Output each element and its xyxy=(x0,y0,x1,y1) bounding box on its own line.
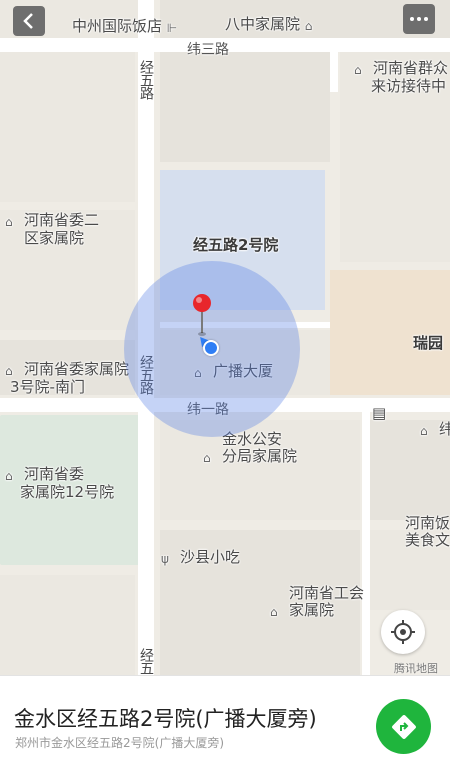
poi-henan-committee-12[interactable]: ⌂ 河南省委 xyxy=(5,465,84,483)
location-pin-icon xyxy=(193,294,211,336)
poi-henan-food-line2: 美食文 xyxy=(405,531,450,549)
poi-henan-committee-2-line2: 区家属院 xyxy=(24,229,85,247)
road-label-weisan: 纬三路 xyxy=(187,42,229,58)
poi-henan-committee-3-line2: 3号院-南门 xyxy=(10,378,85,396)
building-icon: ⌂ xyxy=(5,469,13,483)
poi-wei-right[interactable]: ⌂ 纬 xyxy=(420,420,450,438)
address-subtitle: 郑州市金水区经五路2号院(广播大厦旁) xyxy=(15,736,224,750)
road-label-jingwu-bottom: 经五 xyxy=(138,648,154,674)
building-icon: ⌂ xyxy=(203,451,211,465)
poi-henan-qunzhong[interactable]: ⌂ 河南省群众 xyxy=(354,59,448,77)
road-label-jingwu-top: 经五路 xyxy=(138,60,154,99)
poi-jinshui-police-line2: ⌂ 分局家属院 xyxy=(203,447,298,465)
navigate-button[interactable] xyxy=(376,699,431,754)
poi-henan-committee-3[interactable]: ⌂ 河南省委家属院 xyxy=(5,360,129,378)
area-label-jingwu-2: 经五路2号院 xyxy=(193,236,279,254)
poi-henan-committee-2[interactable]: ⌂ 河南省委二 xyxy=(5,211,99,229)
more-dots-icon xyxy=(410,17,414,21)
area-label-ruiyuan: 瑞园 xyxy=(413,334,444,352)
bus-stop-icon[interactable]: ▤ xyxy=(372,404,386,422)
poi-henan-committee-12-line2: 家属院12号院 xyxy=(20,483,115,501)
more-button[interactable] xyxy=(403,4,435,34)
poi-shaxian-snack[interactable]: ψ 沙县小吃 xyxy=(161,548,240,566)
building-icon: ⌂ xyxy=(420,424,428,438)
locate-button[interactable] xyxy=(381,610,425,654)
building-icon: ⌂ xyxy=(304,19,313,33)
poi-zhongzhou-hotel[interactable]: 中州国际饭店 ⊩ xyxy=(72,17,186,35)
poi-henan-union[interactable]: 河南省工会 xyxy=(289,584,364,602)
poi-laifang-center: 来访接待中 xyxy=(371,77,447,95)
poi-henan-union-line2: ⌂ 家属院 xyxy=(270,601,335,619)
navigation-arrow-icon xyxy=(391,714,416,739)
building-icon: ⌂ xyxy=(270,605,278,619)
current-location-dot xyxy=(203,340,219,356)
address-title[interactable]: 金水区经五路2号院(广播大厦旁) xyxy=(14,703,317,733)
chevron-left-icon xyxy=(23,13,33,29)
address-panel: 金水区经五路2号院(广播大厦旁) 郑州市金水区经五路2号院(广播大厦旁) xyxy=(0,675,450,761)
map-watermark: 腾讯地图 xyxy=(394,662,438,675)
map-canvas[interactable]: 中州国际饭店 ⊩ 八中家属院 ⌂ 纬三路 经五路 ⌂ 河南省群众 来访接待中 ⌂ 河… xyxy=(0,0,450,675)
hotel-icon: ⊩ xyxy=(166,21,178,35)
building-icon: ⌂ xyxy=(5,215,13,229)
poi-bazhong-homes[interactable]: 八中家属院 ⌂ xyxy=(225,15,324,33)
back-button[interactable] xyxy=(13,6,45,36)
crosshair-icon xyxy=(391,620,415,644)
building-icon: ⌂ xyxy=(354,63,362,77)
restaurant-icon: ψ xyxy=(161,552,169,566)
poi-henan-food[interactable]: 河南饭 xyxy=(405,514,450,532)
building-icon: ⌂ xyxy=(5,364,13,378)
